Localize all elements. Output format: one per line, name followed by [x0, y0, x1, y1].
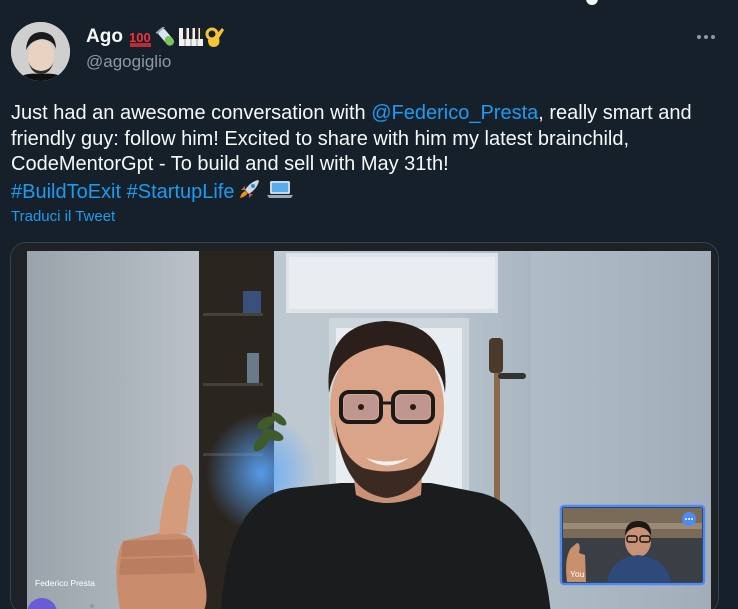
hashtag-startup-life[interactable]: #StartupLife	[127, 181, 235, 203]
avatar-image	[11, 22, 70, 81]
more-dot-icon	[697, 35, 701, 39]
more-options-button[interactable]	[694, 28, 718, 46]
more-dot-icon	[704, 35, 708, 39]
bottom-dot-icon	[90, 604, 94, 608]
self-view-label: You	[570, 569, 585, 579]
tweet-text-intro: Just had an awesome conversation with	[11, 102, 372, 124]
author-avatar[interactable]	[11, 22, 70, 81]
author-emoji-row: 100	[129, 26, 225, 48]
laptop-icon	[266, 179, 294, 207]
top-indicator	[586, 0, 598, 5]
hundred-points-icon: 100	[129, 30, 151, 47]
tweet-text: Just had an awesome conversation with @F…	[11, 101, 726, 207]
main-participant-name: Federico Presta	[35, 578, 95, 588]
svg-text:100: 100	[129, 30, 151, 45]
video-call-image: Federico Presta You	[11, 243, 718, 609]
author-name[interactable]: Ago	[86, 26, 123, 48]
author-name-row: Ago 100	[86, 26, 225, 48]
self-view-tile[interactable]: You	[559, 504, 706, 586]
translate-tweet-link[interactable]: Traduci il Tweet	[11, 208, 115, 225]
more-dot-icon	[711, 35, 715, 39]
test-tube-icon	[155, 27, 174, 46]
author-handle[interactable]: @agogiglio	[86, 52, 225, 72]
rocket-icon	[238, 178, 262, 208]
piano-keys-icon	[178, 28, 203, 46]
tweet-media[interactable]: Federico Presta You	[10, 242, 719, 609]
ok-hand-icon	[205, 27, 224, 47]
tweet-container: Ago 100 @agogiglio Just had an awesome c…	[0, 0, 738, 609]
hashtag-build-to-exit[interactable]: #BuildToExit	[11, 181, 121, 203]
mention-link[interactable]: @Federico_Presta	[371, 102, 538, 124]
author-info: Ago 100 @agogiglio	[86, 26, 225, 72]
